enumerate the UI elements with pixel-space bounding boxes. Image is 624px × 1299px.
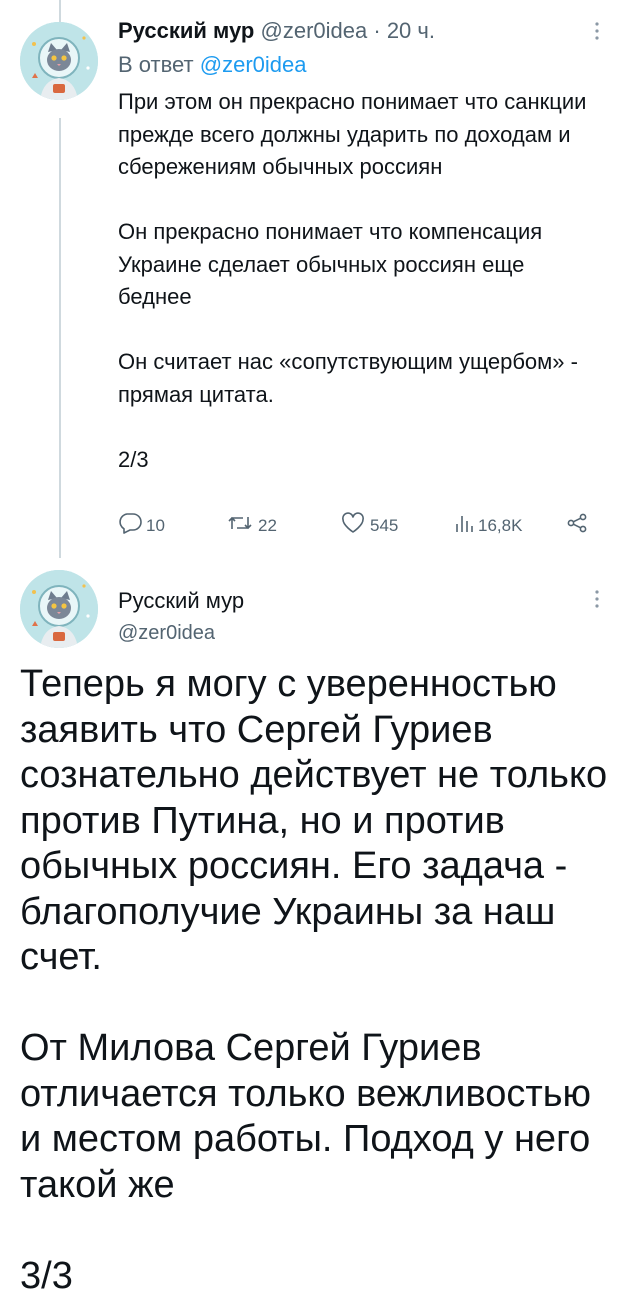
avatar[interactable] xyxy=(20,22,98,100)
share-button[interactable] xyxy=(566,512,592,539)
tweet-text: При этом он прекрасно понимает что санкц… xyxy=(118,86,598,476)
tweet-paragraph: Он считает нас «сопутствующим ущербом» -… xyxy=(118,346,598,411)
tweet-paragraph: При этом он прекрасно понимает что санкц… xyxy=(118,86,598,184)
thread-connector-line xyxy=(59,118,61,558)
reply-button[interactable]: 10 xyxy=(118,512,165,539)
tweet-paragraph: От Милова Сергей Гуриев отличается тольк… xyxy=(20,1026,610,1208)
author-name[interactable]: Русский мур xyxy=(118,588,244,614)
tweet-header: Русский мур @zer0idea · 20 ч. xyxy=(118,18,435,44)
views-button[interactable]: 16,8K xyxy=(454,512,522,539)
like-button[interactable]: 545 xyxy=(340,512,398,539)
more-options-icon[interactable] xyxy=(588,20,606,46)
tweet-paragraph: 3/3 xyxy=(20,1254,610,1299)
reply-prefix: В ответ xyxy=(118,52,194,77)
views-count: 16,8K xyxy=(478,516,522,536)
tweet-time[interactable]: 20 ч. xyxy=(387,18,435,43)
share-icon xyxy=(566,512,592,539)
reply-context: В ответ @zer0idea xyxy=(118,52,307,78)
heart-icon xyxy=(340,512,370,539)
tweet-paragraph: 2/3 xyxy=(118,444,598,477)
tweet-actions: 10 22 545 16,8K xyxy=(118,512,598,542)
retweet-count: 22 xyxy=(258,516,277,536)
author-handle[interactable]: @zer0idea xyxy=(118,622,215,645)
author-handle[interactable]: @zer0idea xyxy=(261,18,368,43)
tweet-text: Теперь я могу с уверенностью заявить что… xyxy=(20,662,610,1299)
author-name[interactable]: Русский мур xyxy=(118,18,254,43)
retweet-button[interactable]: 22 xyxy=(226,512,277,539)
more-options-icon[interactable] xyxy=(588,588,606,614)
reply-mention-link[interactable]: @zer0idea xyxy=(200,52,307,77)
tweet-paragraph: Теперь я могу с уверенностью заявить что… xyxy=(20,662,610,981)
separator-dot: · xyxy=(373,18,380,43)
reply-icon xyxy=(118,512,146,539)
retweet-icon xyxy=(226,512,258,539)
like-count: 545 xyxy=(370,516,398,536)
thread-line-top xyxy=(59,0,61,22)
reply-count: 10 xyxy=(146,516,165,536)
avatar[interactable] xyxy=(20,570,98,648)
tweet-paragraph: Он прекрасно понимает что компенсация Ук… xyxy=(118,216,598,314)
views-bar-chart-icon xyxy=(454,512,478,539)
